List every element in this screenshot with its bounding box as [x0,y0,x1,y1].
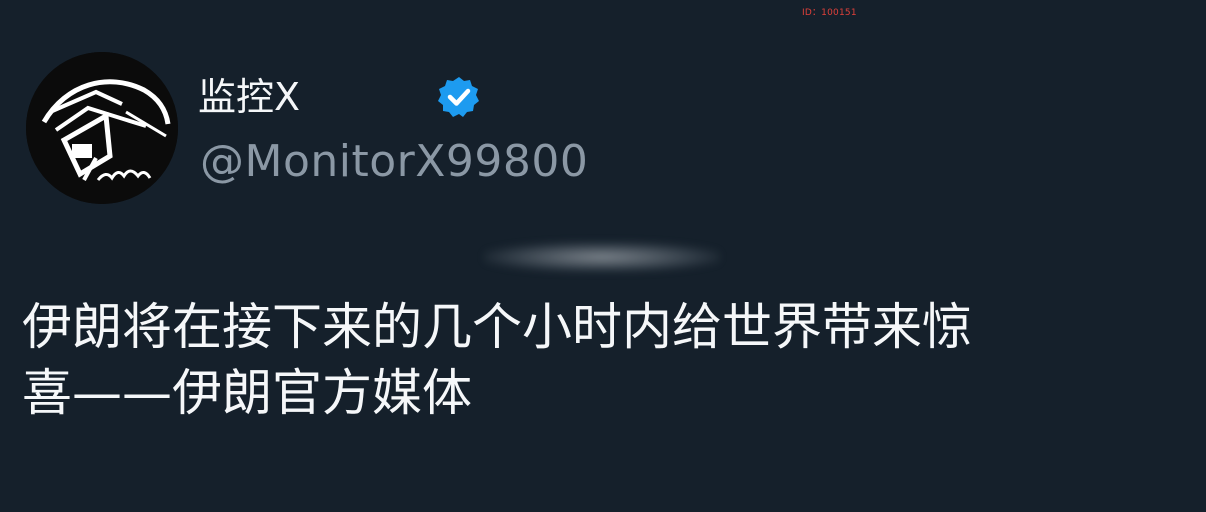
tweet-text: 伊朗将在接下来的几个小时内给世界带来惊 喜——伊朗官方媒体 [22,294,1182,426]
user-handle[interactable]: @MonitorX99800 [200,134,588,190]
blurred-text-region [484,242,720,272]
avatar[interactable] [26,52,178,204]
display-name[interactable]: 监控X [198,73,300,121]
verified-badge-icon [438,77,479,117]
image-id-watermark: ID：100151 [802,8,857,18]
tweet-text-line-2: 喜——伊朗官方媒体 [22,364,472,422]
tweet-text-line-1: 伊朗将在接下来的几个小时内给世界带来惊 [22,298,972,356]
hooded-figure-avatar-icon [26,52,178,204]
